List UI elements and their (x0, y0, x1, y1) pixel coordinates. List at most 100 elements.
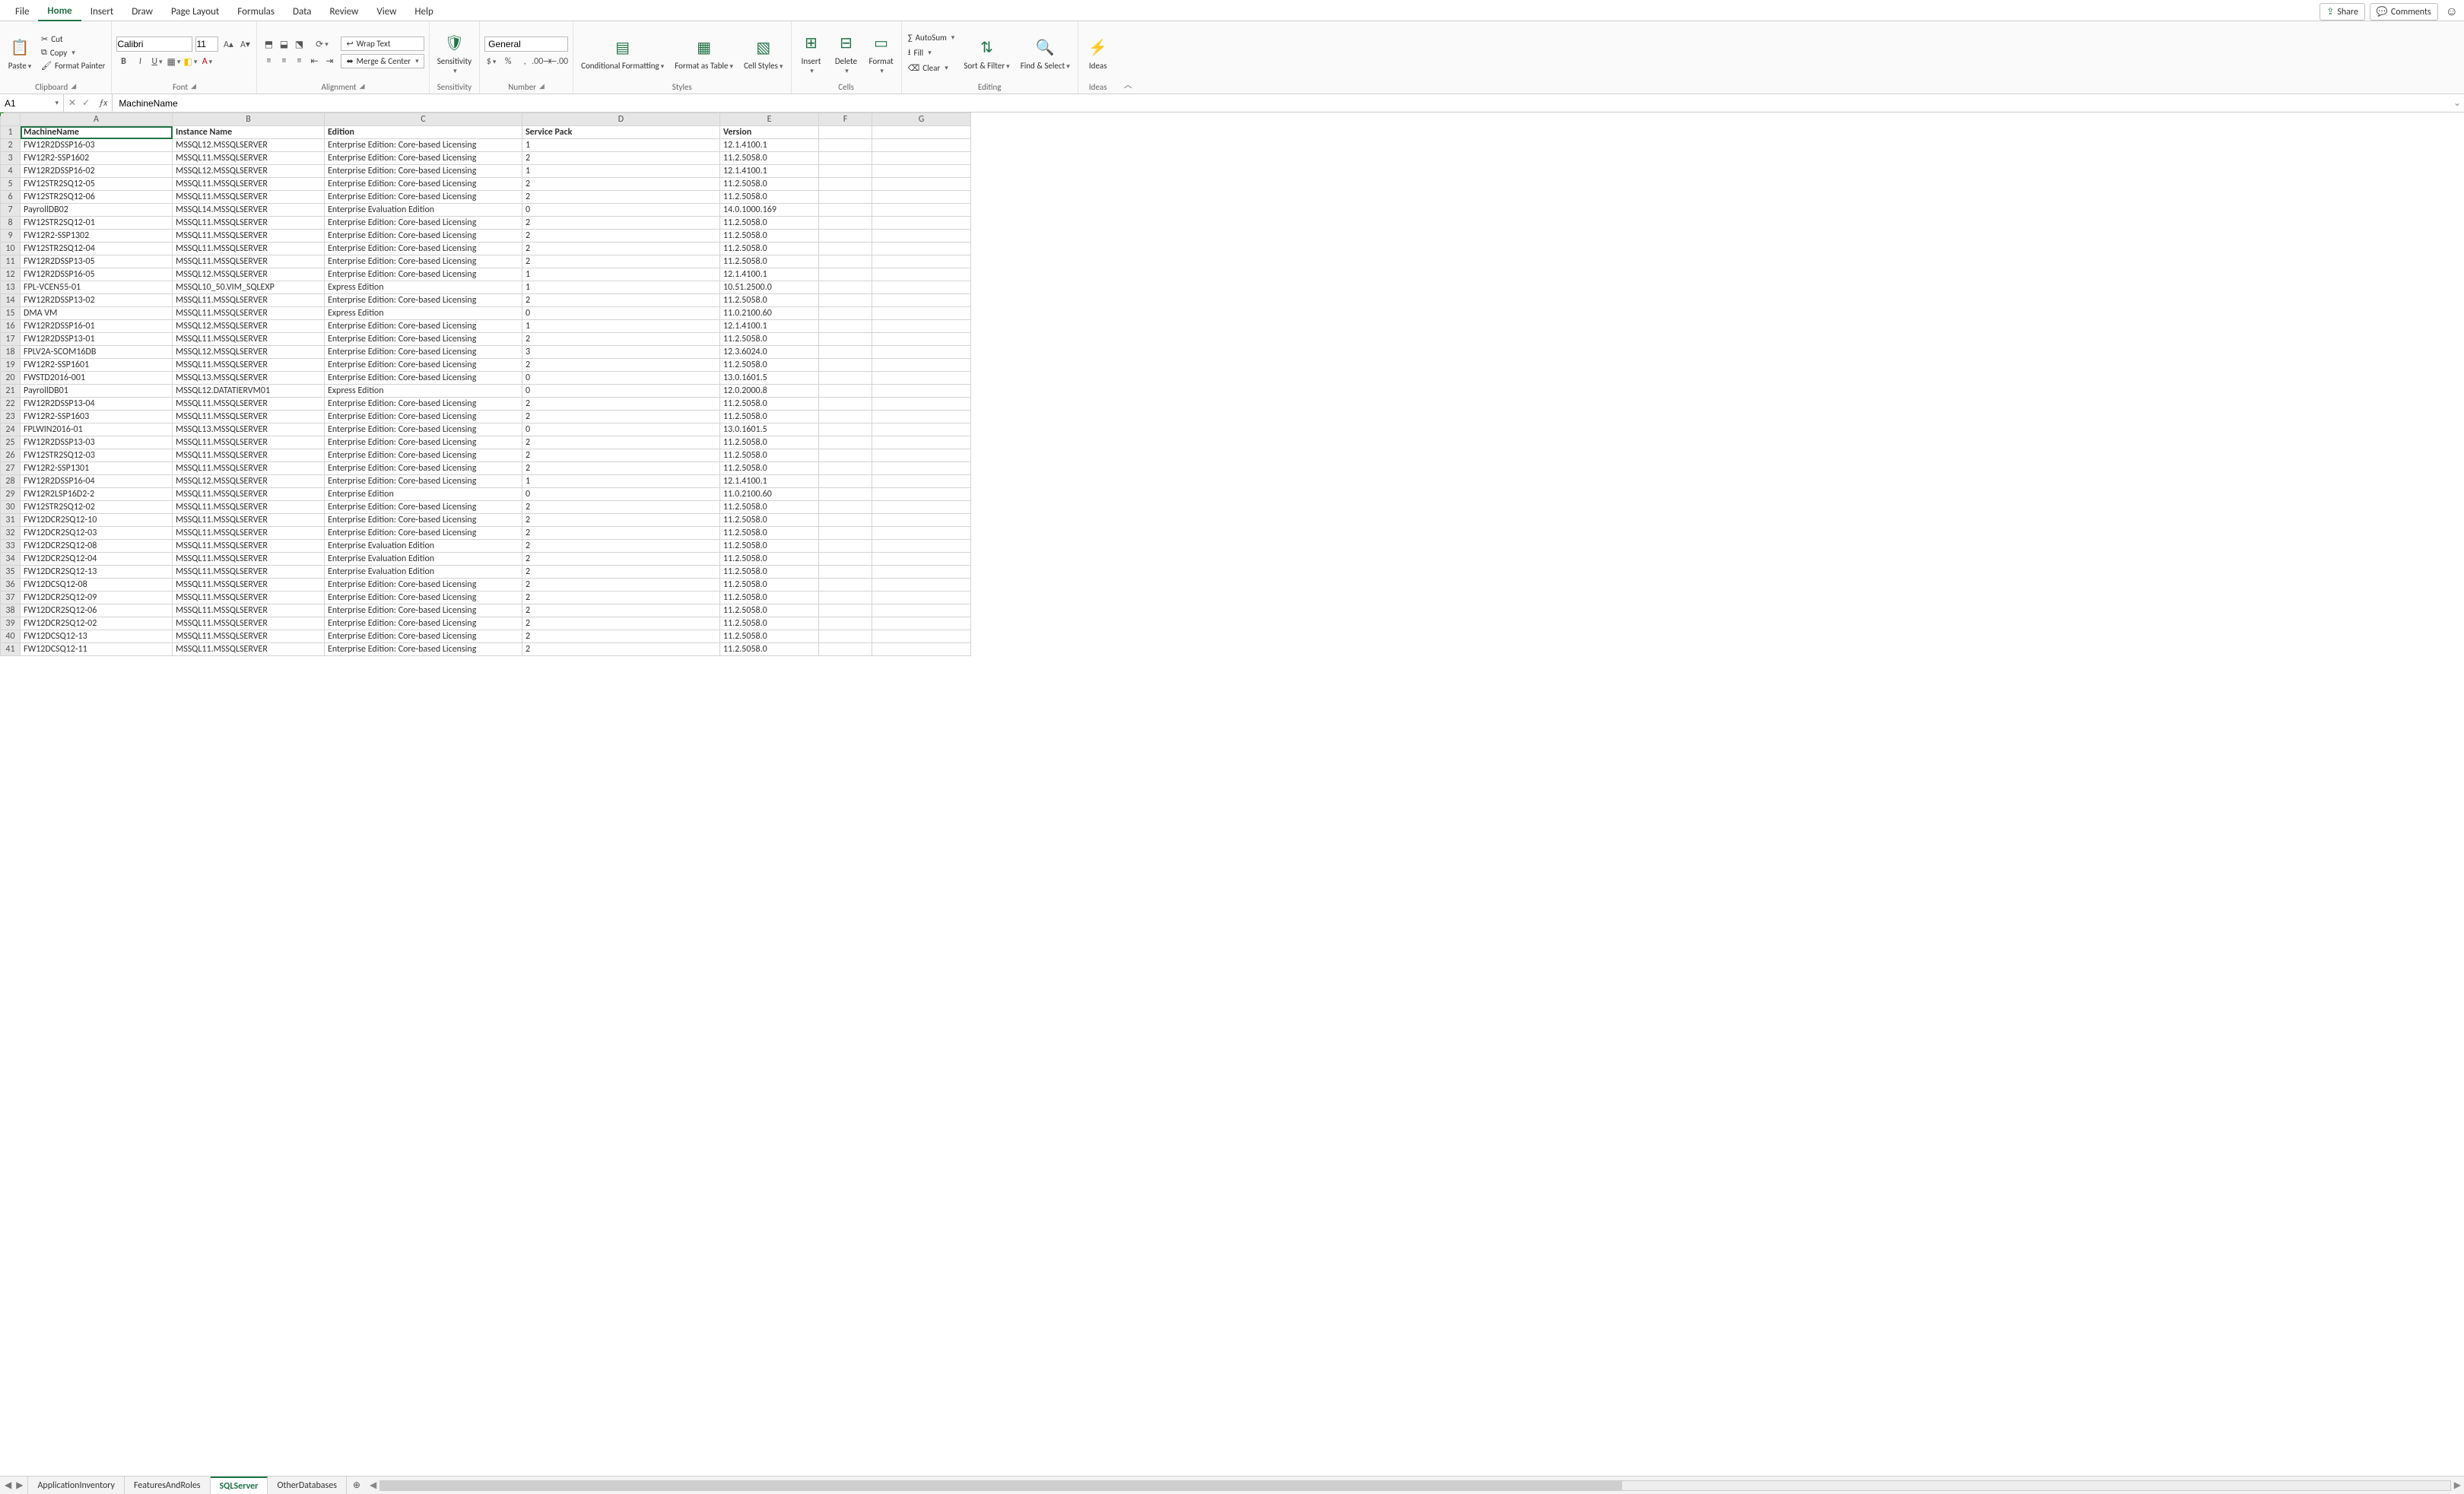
comma-format-icon[interactable]: , (518, 55, 532, 68)
cell[interactable] (872, 152, 971, 165)
cell[interactable]: MSSQL11.MSSQLSERVER (173, 243, 325, 255)
cell[interactable] (872, 372, 971, 385)
cell[interactable]: FW12DCR2SQ12-02 (21, 617, 173, 630)
row-header[interactable]: 18 (1, 346, 21, 359)
fx-icon[interactable]: ƒx (94, 94, 113, 112)
cell[interactable] (872, 462, 971, 475)
clipboard-launcher-icon[interactable]: ◢ (71, 82, 76, 92)
cell[interactable]: Enterprise Edition: Core-based Licensing (325, 191, 522, 204)
row-header[interactable]: 8 (1, 217, 21, 230)
cell[interactable]: 2 (522, 243, 720, 255)
cell[interactable] (872, 488, 971, 501)
cell[interactable]: FW12R2DSSP13-01 (21, 333, 173, 346)
row-header[interactable]: 1 (1, 126, 21, 139)
cell[interactable]: 2 (522, 592, 720, 604)
sort-filter-button[interactable]: ⇅Sort & Filter▾ (961, 33, 1012, 72)
collapse-ribbon-icon[interactable]: ︿ (1118, 75, 1138, 94)
cell[interactable]: 11.2.5058.0 (720, 553, 819, 566)
increase-font-icon[interactable]: A▴ (221, 37, 235, 51)
row-header[interactable]: 29 (1, 488, 21, 501)
feedback-smile-icon[interactable]: ☺ (2446, 5, 2458, 19)
cell[interactable]: 12.1.4100.1 (720, 165, 819, 178)
cell[interactable]: 11.2.5058.0 (720, 527, 819, 540)
cell[interactable]: 11.2.5058.0 (720, 411, 819, 423)
row-header[interactable]: 22 (1, 398, 21, 411)
decrease-decimal-icon[interactable]: ←.00 (551, 55, 565, 68)
cell[interactable]: MSSQL13.MSSQLSERVER (173, 372, 325, 385)
cell[interactable]: MSSQL11.MSSQLSERVER (173, 630, 325, 643)
cell[interactable]: FW12R2DSSP16-05 (21, 268, 173, 281)
select-all-corner[interactable] (1, 113, 21, 126)
cell[interactable] (819, 617, 872, 630)
cell[interactable]: 12.3.6024.0 (720, 346, 819, 359)
font-name-select[interactable] (116, 36, 192, 52)
cell[interactable]: MSSQL11.MSSQLSERVER (173, 527, 325, 540)
cell[interactable] (872, 475, 971, 488)
decrease-font-icon[interactable]: A▾ (238, 37, 252, 51)
cell[interactable] (872, 217, 971, 230)
cell[interactable] (819, 449, 872, 462)
cell[interactable]: FW12STR2SQ12-01 (21, 217, 173, 230)
cell[interactable]: 11.2.5058.0 (720, 643, 819, 656)
cell[interactable]: Enterprise Edition: Core-based Licensing (325, 475, 522, 488)
cell[interactable]: FW12R2DSSP13-05 (21, 255, 173, 268)
hscroll-thumb[interactable] (380, 1481, 1622, 1490)
row-header[interactable]: 17 (1, 333, 21, 346)
cell[interactable]: MSSQL11.MSSQLSERVER (173, 398, 325, 411)
cell[interactable]: 11.2.5058.0 (720, 217, 819, 230)
cell[interactable]: FW12STR2SQ12-04 (21, 243, 173, 255)
row-header[interactable]: 39 (1, 617, 21, 630)
cell[interactable] (872, 320, 971, 333)
cell[interactable]: Express Edition (325, 281, 522, 294)
cell[interactable]: Express Edition (325, 385, 522, 398)
cell[interactable]: FW12R2DSSP16-02 (21, 165, 173, 178)
cell[interactable]: 11.2.5058.0 (720, 462, 819, 475)
cell[interactable]: 2 (522, 230, 720, 243)
row-header[interactable]: 32 (1, 527, 21, 540)
cell[interactable]: Enterprise Edition: Core-based Licensing (325, 255, 522, 268)
cell[interactable] (819, 630, 872, 643)
cell[interactable] (872, 294, 971, 307)
cell[interactable]: 2 (522, 411, 720, 423)
cell[interactable] (872, 514, 971, 527)
sheet-tab[interactable]: ApplicationInventory (28, 1477, 125, 1494)
cell[interactable] (872, 423, 971, 436)
conditional-formatting-button[interactable]: ▤ Conditional Formatting▾ (578, 33, 667, 72)
tab-home[interactable]: Home (38, 2, 81, 21)
bold-button[interactable]: B (116, 55, 130, 68)
cell[interactable]: Enterprise Edition: Core-based Licensing (325, 436, 522, 449)
column-header[interactable]: B (173, 113, 325, 126)
alignment-launcher-icon[interactable]: ◢ (360, 82, 365, 92)
cell[interactable]: 2 (522, 436, 720, 449)
cell[interactable]: FW12R2DSSP13-03 (21, 436, 173, 449)
cell[interactable]: Enterprise Edition: Core-based Licensing (325, 320, 522, 333)
tab-file[interactable]: File (6, 3, 38, 21)
wrap-text-button[interactable]: ↩Wrap Text (341, 36, 424, 51)
cell[interactable]: MSSQL10_50.VIM_SQLEXP (173, 281, 325, 294)
cell[interactable] (819, 255, 872, 268)
row-header[interactable]: 41 (1, 643, 21, 656)
row-header[interactable]: 12 (1, 268, 21, 281)
cell[interactable]: 11.2.5058.0 (720, 152, 819, 165)
cell[interactable]: MSSQL11.MSSQLSERVER (173, 333, 325, 346)
copy-button[interactable]: ⧉Copy▾ (40, 46, 106, 59)
cell[interactable]: FPLV2A-SCOM16DB (21, 346, 173, 359)
cell[interactable] (872, 592, 971, 604)
cell[interactable]: 2 (522, 630, 720, 643)
cell[interactable]: Enterprise Edition: Core-based Licensing (325, 462, 522, 475)
cell[interactable]: 13.0.1601.5 (720, 423, 819, 436)
cell[interactable]: MSSQL11.MSSQLSERVER (173, 501, 325, 514)
borders-button[interactable]: ▦▾ (167, 55, 180, 68)
decrease-indent-icon[interactable]: ⇤ (307, 54, 321, 68)
cell[interactable]: 2 (522, 566, 720, 579)
cell[interactable]: FPL-VCEN55-01 (21, 281, 173, 294)
cell[interactable]: 2 (522, 527, 720, 540)
cell[interactable] (872, 579, 971, 592)
cell[interactable]: 14.0.1000.169 (720, 204, 819, 217)
column-header[interactable]: D (522, 113, 720, 126)
align-top-icon[interactable]: ⬒ (262, 37, 275, 51)
tab-insert[interactable]: Insert (81, 3, 123, 21)
cell[interactable]: MSSQL13.MSSQLSERVER (173, 423, 325, 436)
column-header[interactable]: A (21, 113, 173, 126)
row-header[interactable]: 28 (1, 475, 21, 488)
